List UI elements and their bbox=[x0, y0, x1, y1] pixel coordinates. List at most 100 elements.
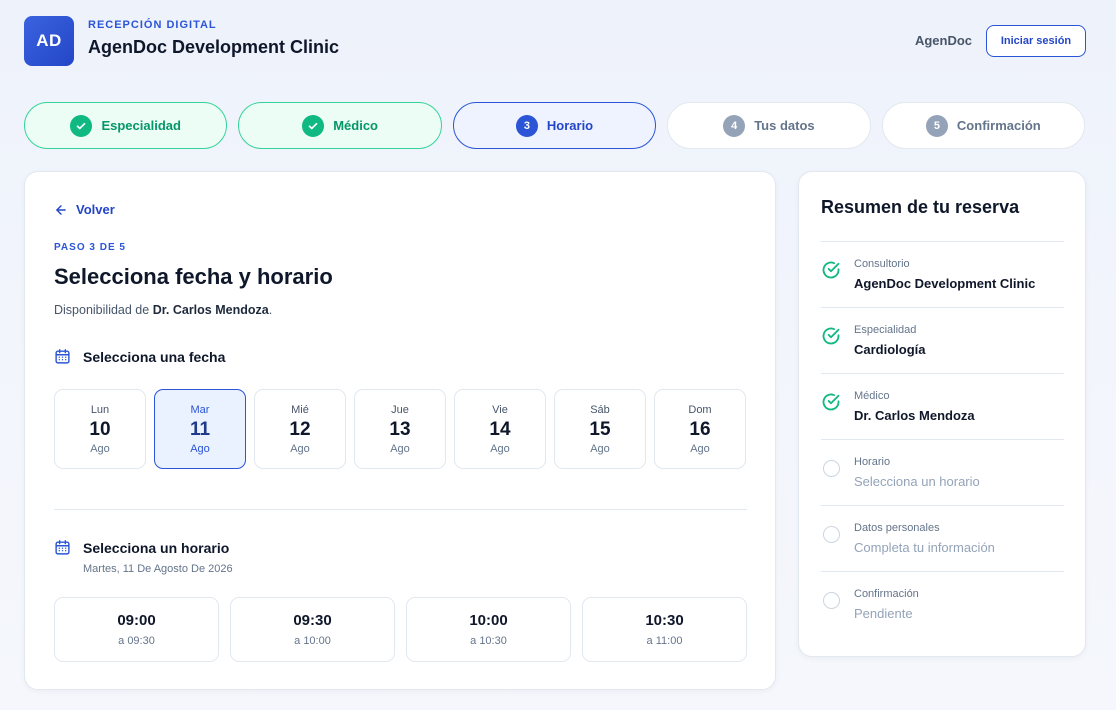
summary-item: Horario Selecciona un horario bbox=[821, 439, 1064, 505]
date-option[interactable]: Jue 13 Ago bbox=[354, 389, 446, 469]
date-picker: Lun 10 Ago Mar 11 Ago Mié 12 Ago Jue 13 Ago Vie 14 Ago… bbox=[54, 389, 746, 469]
summary-item: Médico Dr. Carlos Mendoza bbox=[821, 373, 1064, 439]
date-month: Ago bbox=[90, 442, 110, 455]
step-label: Horario bbox=[546, 118, 594, 133]
time-slot[interactable]: 09:00 a 09:30 bbox=[54, 597, 219, 662]
date-option[interactable]: Mar 11 Ago bbox=[154, 389, 246, 469]
clinic-name: AgenDoc Development Clinic bbox=[88, 37, 340, 57]
step-badge: 3 bbox=[515, 114, 538, 137]
time-section-title: Selecciona un horario bbox=[83, 539, 230, 556]
date-weekday: Lun bbox=[90, 403, 110, 416]
summary-title: Resumen de tu reserva bbox=[821, 197, 1020, 217]
date-option[interactable]: Mié 12 Ago bbox=[254, 389, 346, 469]
empty-circle-icon bbox=[823, 592, 840, 609]
date-day-number: 11 bbox=[189, 418, 211, 440]
summary-item-label: Médico bbox=[854, 390, 890, 402]
summary-item-value: Cardiología bbox=[854, 342, 926, 357]
desc-prefix: Disponibilidad de bbox=[54, 303, 153, 317]
summary-item-value: Dr. Carlos Mendoza bbox=[854, 408, 975, 423]
arrow-left-icon bbox=[56, 204, 66, 215]
slot-start-time: 10:30 bbox=[645, 612, 684, 629]
slot-start-time: 10:00 bbox=[469, 612, 508, 629]
summary-item-value: AgenDoc Development Clinic bbox=[854, 276, 1036, 291]
selected-date-label: Martes, 11 De Agosto De 2026 bbox=[83, 563, 233, 575]
date-day-number: 10 bbox=[89, 418, 111, 440]
summary-item-label: Horario bbox=[854, 456, 891, 468]
slot-end-time: a 10:00 bbox=[294, 635, 331, 647]
schedule-card: Volver PASO 3 DE 5 Selecciona fecha y ho… bbox=[24, 171, 776, 690]
date-month: Ago bbox=[690, 442, 710, 455]
calendar-icon bbox=[55, 540, 70, 555]
date-month: Ago bbox=[290, 442, 310, 455]
summary-item-label: Especialidad bbox=[854, 324, 917, 336]
summary-list: Consultorio AgenDoc Development Clinic Esp… bbox=[821, 241, 1064, 637]
date-weekday: Mar bbox=[190, 403, 210, 416]
date-day-number: 15 bbox=[589, 418, 611, 440]
back-link[interactable]: Volver bbox=[54, 202, 115, 217]
step-tus-datos: 4 Tus datos bbox=[667, 102, 871, 149]
date-option[interactable]: Sáb 15 Ago bbox=[554, 389, 646, 469]
date-month: Ago bbox=[190, 442, 210, 455]
check-circle-icon bbox=[822, 261, 840, 279]
section-divider bbox=[54, 509, 747, 510]
slot-start-time: 09:00 bbox=[117, 612, 156, 629]
clinic-logo: AD bbox=[24, 16, 74, 66]
time-slot[interactable]: 10:00 a 10:30 bbox=[406, 597, 571, 662]
time-slot[interactable]: 10:30 a 11:00 bbox=[582, 597, 747, 662]
date-day-number: 13 bbox=[389, 418, 411, 440]
step-indicator: PASO 3 DE 5 bbox=[54, 242, 126, 253]
date-day-number: 12 bbox=[289, 418, 311, 440]
summary-item-label: Datos personales bbox=[854, 522, 940, 534]
slot-end-time: a 10:30 bbox=[470, 635, 507, 647]
summary-item-value: Completa tu información bbox=[854, 540, 995, 555]
step-badge: 5 bbox=[925, 114, 948, 137]
login-button[interactable]: Iniciar sesión bbox=[986, 25, 1086, 57]
date-option[interactable]: Lun 10 Ago bbox=[54, 389, 146, 469]
booking-summary: Resumen de tu reserva Consultorio AgenDoc… bbox=[798, 171, 1086, 657]
slot-end-time: a 09:30 bbox=[118, 635, 155, 647]
progress-stepper: Especialidad Médico 3 Horario 4 Tus dato… bbox=[24, 102, 1086, 149]
summary-item-value: Selecciona un horario bbox=[854, 474, 980, 489]
summary-item: Datos personales Completa tu información bbox=[821, 505, 1064, 571]
date-day-number: 16 bbox=[689, 418, 711, 440]
date-section-title: Selecciona una fecha bbox=[83, 348, 226, 365]
check-circle-icon bbox=[822, 393, 840, 411]
step-badge: 4 bbox=[723, 114, 746, 137]
date-weekday: Jue bbox=[391, 403, 409, 416]
step-label: Confirmación bbox=[956, 118, 1041, 133]
check-icon bbox=[70, 114, 93, 137]
date-day-number: 14 bbox=[489, 418, 511, 440]
summary-item-value: Pendiente bbox=[854, 606, 913, 621]
step-label: Tus datos bbox=[754, 118, 815, 133]
check-circle-icon bbox=[822, 327, 840, 345]
date-month: Ago bbox=[490, 442, 510, 455]
summary-item-label: Consultorio bbox=[854, 258, 910, 270]
date-weekday: Sáb bbox=[590, 403, 610, 416]
date-weekday: Mié bbox=[291, 403, 309, 416]
step-confirmacion: 5 Confirmación bbox=[881, 102, 1086, 149]
page-title: Selecciona fecha y horario bbox=[54, 264, 333, 289]
step-medico[interactable]: Médico bbox=[238, 102, 442, 149]
summary-item: Confirmación Pendiente bbox=[821, 571, 1064, 637]
header-user-name: AgenDoc bbox=[914, 33, 972, 48]
empty-circle-icon bbox=[823, 460, 840, 477]
date-option[interactable]: Dom 16 Ago bbox=[654, 389, 746, 469]
doctor-name: Dr. Carlos Mendoza bbox=[152, 303, 269, 317]
check-icon bbox=[302, 114, 325, 137]
date-option[interactable]: Vie 14 Ago bbox=[454, 389, 546, 469]
slot-end-time: a 11:00 bbox=[646, 635, 683, 647]
step-label: Médico bbox=[333, 118, 378, 133]
desc-suffix: . bbox=[268, 303, 273, 317]
time-slots: 09:00 a 09:30 09:30 a 10:00 10:00 a 10:30 10:3… bbox=[54, 597, 747, 662]
step-horario[interactable]: 3 Horario bbox=[452, 102, 657, 149]
summary-item: Consultorio AgenDoc Development Clinic bbox=[821, 241, 1064, 307]
time-section-heading: Selecciona un horario bbox=[54, 539, 229, 556]
date-month: Ago bbox=[390, 442, 410, 455]
date-month: Ago bbox=[590, 442, 610, 455]
step-especialidad[interactable]: Especialidad bbox=[24, 102, 228, 149]
empty-circle-icon bbox=[823, 526, 840, 543]
date-section-heading: Selecciona una fecha bbox=[54, 348, 225, 365]
time-slot[interactable]: 09:30 a 10:00 bbox=[230, 597, 395, 662]
calendar-icon bbox=[55, 349, 70, 364]
summary-item: Especialidad Cardiología bbox=[821, 307, 1064, 373]
